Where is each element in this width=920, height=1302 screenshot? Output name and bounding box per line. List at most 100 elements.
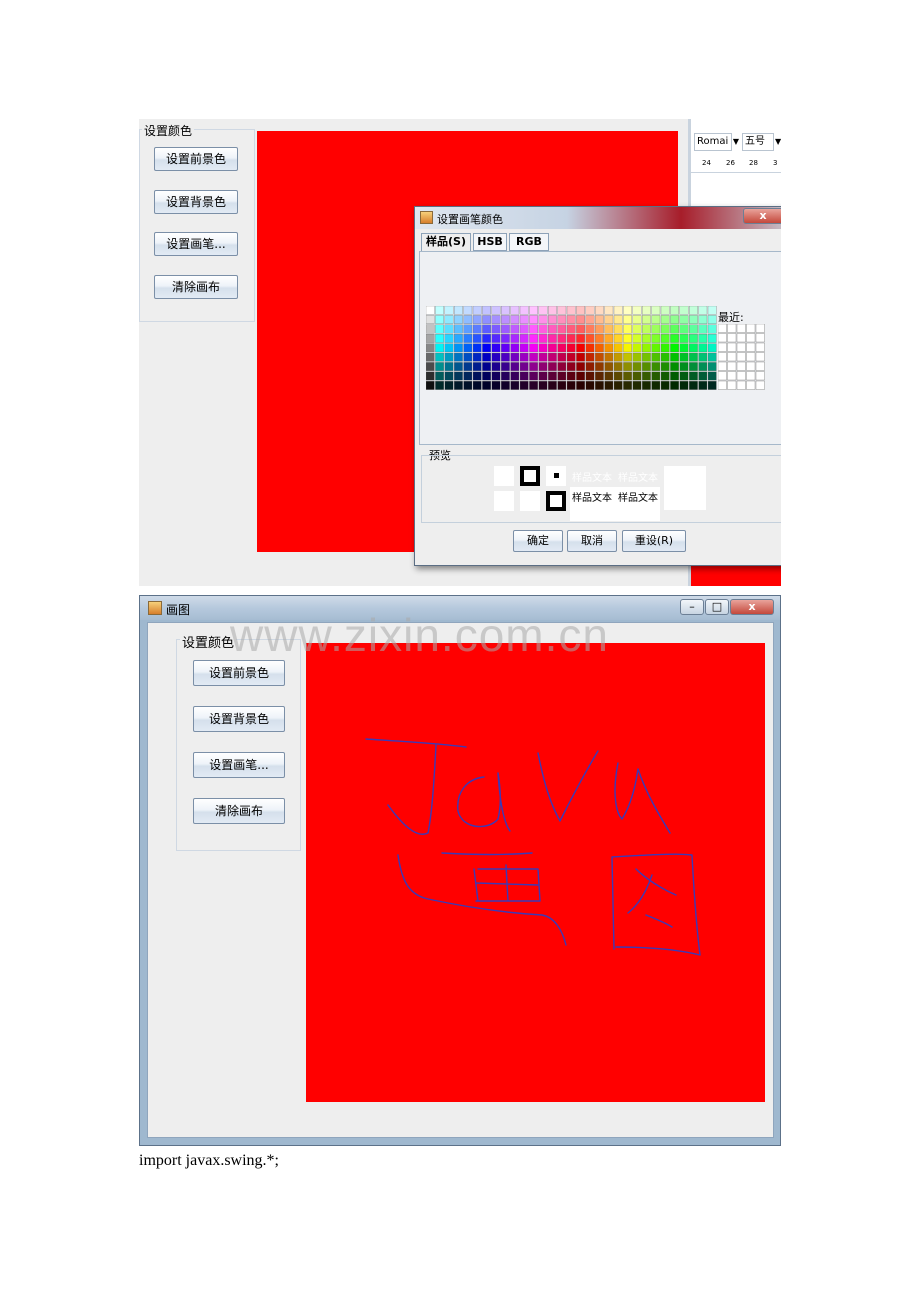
color-swatch[interactable]: [435, 352, 444, 362]
color-swatch[interactable]: [707, 362, 717, 371]
tab-hsb[interactable]: HSB: [473, 233, 507, 251]
color-swatch[interactable]: [482, 381, 491, 390]
color-swatch[interactable]: [472, 343, 482, 353]
color-swatch[interactable]: [689, 371, 698, 381]
color-swatch[interactable]: [585, 371, 595, 381]
color-swatch[interactable]: [426, 315, 435, 324]
color-swatch[interactable]: [651, 381, 661, 390]
color-swatch[interactable]: [689, 343, 698, 353]
recent-swatch[interactable]: [746, 324, 756, 333]
color-swatch[interactable]: [482, 334, 491, 343]
recent-swatch[interactable]: [746, 371, 756, 381]
chevron-down-icon[interactable]: ▼: [775, 133, 781, 151]
color-swatch[interactable]: [670, 306, 679, 315]
color-swatch[interactable]: [435, 334, 444, 343]
color-swatch[interactable]: [519, 306, 529, 315]
color-swatch[interactable]: [585, 343, 595, 353]
color-swatch[interactable]: [435, 381, 444, 390]
color-swatch[interactable]: [651, 362, 661, 371]
color-swatch[interactable]: [482, 352, 491, 362]
color-swatch[interactable]: [604, 306, 614, 315]
color-swatch[interactable]: [510, 381, 520, 390]
color-swatch[interactable]: [660, 334, 670, 343]
color-swatch[interactable]: [679, 315, 689, 324]
color-swatch[interactable]: [491, 315, 501, 324]
color-swatch[interactable]: [698, 352, 708, 362]
color-swatch[interactable]: [482, 324, 491, 334]
color-swatch[interactable]: [698, 343, 708, 353]
color-swatch[interactable]: [670, 381, 679, 390]
color-swatch[interactable]: [501, 334, 510, 343]
color-swatch[interactable]: [501, 324, 510, 334]
color-swatch[interactable]: [566, 315, 576, 324]
color-swatch[interactable]: [510, 315, 520, 324]
color-swatch[interactable]: [510, 352, 520, 362]
color-swatch[interactable]: [651, 334, 661, 343]
color-swatch[interactable]: [529, 362, 538, 371]
color-swatch[interactable]: [707, 381, 717, 390]
color-swatch[interactable]: [529, 306, 538, 315]
color-swatch[interactable]: [435, 343, 444, 353]
recent-swatch[interactable]: [736, 371, 746, 381]
color-swatch[interactable]: [651, 306, 661, 315]
recent-swatch[interactable]: [736, 324, 746, 333]
color-swatch[interactable]: [548, 381, 557, 390]
color-swatch[interactable]: [557, 315, 567, 324]
color-swatch[interactable]: [642, 371, 651, 381]
color-swatch[interactable]: [548, 352, 557, 362]
color-swatch[interactable]: [426, 352, 435, 362]
color-swatch[interactable]: [510, 306, 520, 315]
color-swatch[interactable]: [613, 306, 623, 315]
color-swatch[interactable]: [566, 334, 576, 343]
color-swatch[interactable]: [557, 343, 567, 353]
color-swatch[interactable]: [548, 362, 557, 371]
color-swatch[interactable]: [548, 324, 557, 334]
color-swatch[interactable]: [689, 381, 698, 390]
color-swatch[interactable]: [491, 324, 501, 334]
color-swatch[interactable]: [632, 306, 642, 315]
color-swatch[interactable]: [698, 362, 708, 371]
recent-swatch[interactable]: [736, 333, 746, 343]
color-swatch[interactable]: [519, 334, 529, 343]
color-swatch[interactable]: [482, 315, 491, 324]
set-background-button[interactable]: 设置背景色: [154, 190, 238, 214]
color-swatch[interactable]: [463, 343, 473, 353]
recent-swatch[interactable]: [727, 333, 737, 343]
color-swatch[interactable]: [463, 306, 473, 315]
color-swatch[interactable]: [604, 324, 614, 334]
color-swatch[interactable]: [454, 324, 463, 334]
color-swatch[interactable]: [472, 315, 482, 324]
color-swatch[interactable]: [660, 362, 670, 371]
tab-swatches[interactable]: 样品(S): [421, 233, 471, 251]
color-swatch[interactable]: [510, 324, 520, 334]
color-swatch[interactable]: [454, 381, 463, 390]
color-swatch[interactable]: [454, 352, 463, 362]
color-swatch[interactable]: [529, 334, 538, 343]
color-swatch[interactable]: [472, 362, 482, 371]
color-swatch[interactable]: [426, 381, 435, 390]
color-swatch[interactable]: [529, 343, 538, 353]
color-swatch[interactable]: [538, 371, 548, 381]
color-swatch[interactable]: [585, 315, 595, 324]
color-swatch[interactable]: [651, 371, 661, 381]
color-swatch[interactable]: [538, 324, 548, 334]
color-swatch[interactable]: [632, 315, 642, 324]
color-swatch[interactable]: [454, 371, 463, 381]
recent-swatch[interactable]: [727, 342, 737, 352]
color-swatch[interactable]: [538, 306, 548, 315]
color-swatch[interactable]: [576, 315, 585, 324]
color-swatch[interactable]: [604, 343, 614, 353]
color-swatch[interactable]: [435, 306, 444, 315]
recent-swatch[interactable]: [746, 333, 756, 343]
color-swatch[interactable]: [660, 315, 670, 324]
color-swatch[interactable]: [613, 362, 623, 371]
color-swatch[interactable]: [670, 352, 679, 362]
color-swatch[interactable]: [444, 381, 454, 390]
color-swatch[interactable]: [576, 306, 585, 315]
color-swatch[interactable]: [426, 306, 435, 315]
color-swatch[interactable]: [660, 306, 670, 315]
color-swatch[interactable]: [491, 306, 501, 315]
color-swatch[interactable]: [576, 343, 585, 353]
color-swatch[interactable]: [595, 306, 604, 315]
color-swatch[interactable]: [595, 315, 604, 324]
